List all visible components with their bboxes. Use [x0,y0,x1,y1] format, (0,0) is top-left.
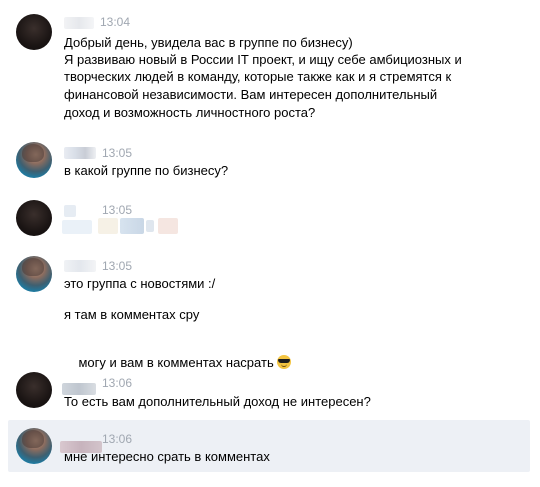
message-1: 13:04 Добрый день, увидела вас в группе … [0,0,540,130]
blurred-content [158,218,178,234]
blurred-content [62,220,92,234]
message-text-line: я там в комментах сру [64,307,200,322]
avatar[interactable] [16,200,52,236]
sender-name-blurred[interactable] [64,205,76,217]
message-text-line: это группа с новостями :/ [64,276,216,291]
message-text-line: мне интересно срать в комментах [64,449,270,464]
message-text-line: в какой группе по бизнесу? [64,163,229,178]
avatar[interactable] [16,428,52,464]
sender-name-blurred[interactable] [64,147,96,159]
sender-name-blurred[interactable] [64,260,96,272]
message-text-line: творческих людей в команду, которые такж… [64,69,452,84]
sunglasses-emoji-icon [276,355,291,369]
blurred-content [98,218,118,234]
sender-name-blurred[interactable] [64,17,94,29]
avatar[interactable] [16,142,52,178]
avatar[interactable] [16,14,52,50]
message-time[interactable]: 13:06 [102,376,132,390]
message-text-line: То есть вам дополнительный доход не инте… [64,394,371,409]
message-time[interactable]: 13:04 [100,15,130,29]
message-time[interactable]: 13:06 [102,432,132,446]
avatar[interactable] [16,256,52,292]
message-5: 13:06 То есть вам дополнительный доход н… [0,370,540,414]
message-text-line: финансовой независимости. Вам интересен … [64,87,438,102]
message-time[interactable]: 13:05 [102,203,132,217]
avatar[interactable] [16,372,52,408]
message-time[interactable]: 13:05 [102,259,132,273]
message-4: 13:05 это группа с новостями :/ я там в … [0,254,540,370]
message-text: могу и вам в комментах насрать [78,355,274,370]
message-3: 13:05 [0,196,540,244]
blurred-content [146,220,154,232]
message-2: 13:05 в какой группе по бизнесу? [0,140,540,184]
message-text-line: доход и возможность личностного роста? [64,105,316,120]
message-time[interactable]: 13:05 [102,146,132,160]
message-text-line: Я развиваю новый в России IT проект, и и… [64,52,462,67]
message-text-line: Добрый день, увидела вас в группе по биз… [64,35,353,50]
message-6-highlighted[interactable]: 13:06 мне интересно срать в комментах [8,420,530,472]
blurred-content [120,218,144,234]
